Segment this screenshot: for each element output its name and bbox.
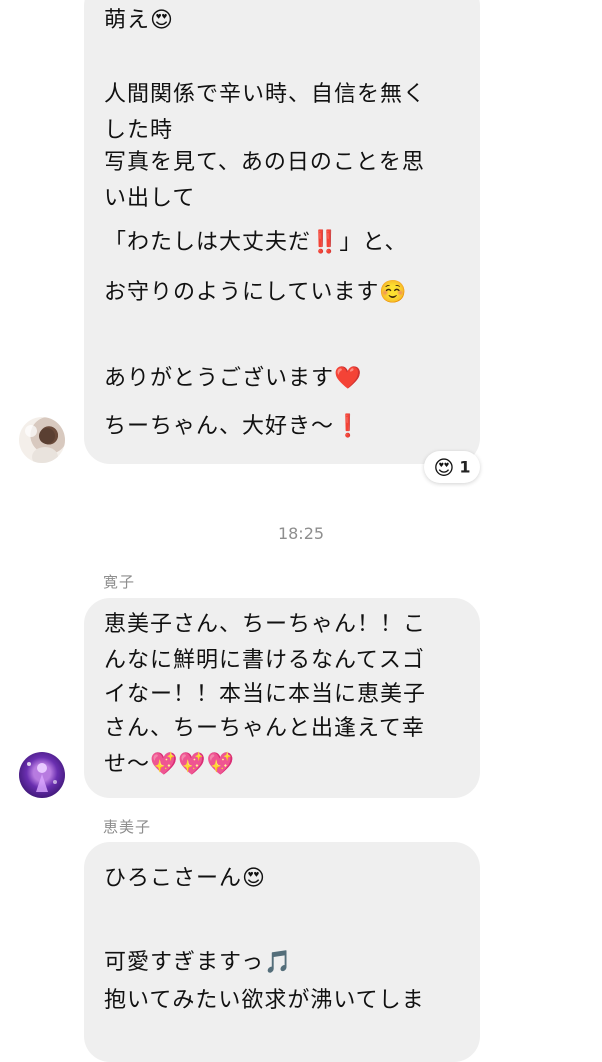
avatar-photo bbox=[27, 762, 57, 792]
message-text: した時 bbox=[104, 118, 174, 143]
avatar[interactable] bbox=[19, 752, 65, 798]
message-text: 恵美子さん、ちーちゃん！！こ bbox=[104, 612, 427, 637]
message-text: ひろこさーん😍 bbox=[104, 866, 266, 891]
message-text: 萌え😍 bbox=[104, 8, 174, 33]
message-bubble[interactable]: 萌え😍 人間関係で辛い時、自信を無く した時 写真を見て、あの日のことを思 い出… bbox=[84, 0, 480, 464]
reaction-emoji: 😍 bbox=[433, 455, 455, 480]
message-text: ちーちゃん、大好き〜❗️ bbox=[104, 414, 363, 439]
message-text: さん、ちーちゃんと出逢えて幸 bbox=[104, 716, 425, 741]
message-text: せ〜💖💖💖 bbox=[104, 752, 236, 777]
message-bubble[interactable]: ひろこさーん😍 可愛すぎますっ🎵 抱いてみたい欲求が沸いてしま bbox=[84, 842, 480, 1062]
message-text: 「わたしは大丈夫だ‼️」と、 bbox=[104, 230, 408, 255]
message-text: い出して bbox=[104, 186, 196, 211]
avatar[interactable] bbox=[19, 417, 65, 463]
message-text: お守りのようにしています☺️ bbox=[104, 280, 408, 305]
timestamp: 18:25 bbox=[277, 524, 325, 543]
message-text: ありがとうございます❤️ bbox=[104, 366, 363, 391]
message-bubble[interactable]: 恵美子さん、ちーちゃん！！こ んなに鮮明に書けるなんてスゴ イなー！！本当に本当… bbox=[84, 598, 480, 798]
message-text: 写真を見て、あの日のことを思 bbox=[104, 150, 425, 175]
message-text: 可愛すぎますっ🎵 bbox=[104, 950, 293, 975]
message-text: イなー！！本当に本当に恵美子 bbox=[104, 682, 427, 707]
reaction-count: 1 bbox=[459, 457, 471, 477]
message-text: 抱いてみたい欲求が沸いてしま bbox=[104, 988, 425, 1013]
message-text: 人間関係で辛い時、自信を無く bbox=[104, 82, 427, 107]
sender-name: 恵美子 bbox=[103, 818, 152, 836]
sender-name: 寛子 bbox=[103, 573, 136, 591]
reaction-badge[interactable]: 😍 1 bbox=[424, 451, 480, 483]
avatar-photo bbox=[25, 425, 58, 463]
message-text: んなに鮮明に書けるなんてスゴ bbox=[104, 648, 425, 673]
